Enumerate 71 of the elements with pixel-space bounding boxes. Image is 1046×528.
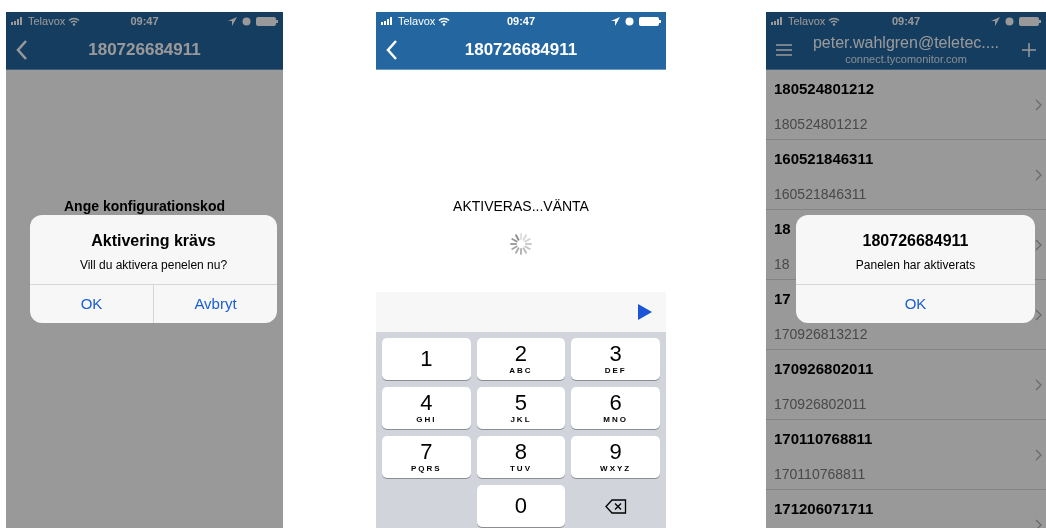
panel-id: 170926802011 [774,397,867,411]
panel-id: 18 [774,257,790,271]
send-icon[interactable] [638,304,652,320]
keypad-key[interactable]: 5 JKL [476,387,566,429]
nav-subtitle: connect.tycomonitor.com [845,52,967,67]
keypad-key[interactable]: 1 [382,338,471,380]
location-arrow-icon [991,16,1000,26]
clock-time: 09:47 [890,13,922,29]
panel-id: 160521846311 [774,187,867,201]
battery-icon [1019,16,1041,26]
panel-list-row[interactable]: 170926802011 170926802011 [766,350,1046,420]
keypad-key[interactable]: 0 [476,485,566,527]
panel-id: 180524801212 [774,117,868,131]
panel-list-row[interactable]: 170110768811 170110768811 [766,420,1046,490]
alert-title: 180726684911 [862,231,969,251]
signal-icon [381,17,395,25]
keypad-key[interactable]: 9 WXYZ [571,436,660,478]
chevron-icon [1035,518,1042,528]
keypad-key[interactable]: 8 TUV [476,436,566,478]
wifi-icon [438,16,451,26]
back-chevron-icon[interactable] [386,38,398,61]
wifi-icon [68,16,81,26]
keypad-key[interactable]: 6 MNO [571,387,660,429]
keypad-key[interactable]: 4 GHI [382,387,471,429]
carrier-name: Telavox [788,13,826,29]
chevron-icon [1035,98,1042,111]
prompt-label: Ange konfigurationskod [64,197,225,216]
alert-button[interactable]: Avbryt [153,285,277,323]
chevron-icon [1035,378,1042,391]
wifi-icon [828,16,841,26]
panel-id: 170110768811 [774,467,866,481]
panel-name: 18 [774,221,791,236]
panel-name: 170110768811 [774,431,873,446]
activation-status: AKTIVERAS...VÄNTA [453,197,589,216]
panel-list-row[interactable]: 180524801212 180524801212 [766,70,1046,140]
alert-button[interactable]: OK [796,285,1035,323]
chevron-icon [1035,168,1042,181]
location-arrow-icon [611,16,620,26]
nav-title: 180726684911 [464,38,578,61]
keypad-key[interactable]: 7 PQRS [382,436,471,478]
signal-icon [11,17,25,25]
chevron-icon [1035,448,1042,461]
panel-id: 170926813212 [774,327,868,341]
signal-icon [771,17,785,25]
panel-name: 170926802011 [774,361,874,376]
alert-title: Aktivering krävs [91,231,216,251]
keypad-key[interactable]: 3 DEF [571,338,660,380]
menu-icon[interactable] [776,43,792,56]
panel-list-row[interactable]: 171206071711 [766,490,1046,528]
alert-message: Panelen har aktiverats [855,257,976,274]
panel-list-row[interactable]: 160521846311 160521846311 [766,140,1046,210]
backspace-icon [604,498,627,514]
panel-name: 17 [774,291,791,306]
panel-name: 180524801212 [774,81,875,96]
clock-time: 09:47 [505,13,537,29]
location-arrow-icon [228,16,237,26]
carrier-name: Telavox [398,13,436,29]
battery-icon [256,16,278,26]
panel-name: 160521846311 [774,151,874,166]
plus-icon[interactable] [1022,42,1036,57]
carrier-name: Telavox [28,13,66,29]
back-chevron-icon[interactable] [16,38,28,61]
clock-time: 09:47 [129,13,160,29]
nav-title: peter.wahlgren@teletec.... [812,32,1000,53]
spinner-icon [508,231,534,257]
nav-title: 180726684911 [88,38,201,61]
panel-name: 171206071711 [774,501,874,516]
keypad-key[interactable]: 2 ABC [476,338,566,380]
battery-icon [639,16,661,26]
alert-message: Vill du aktivera penelen nu? [79,257,228,274]
alert-button[interactable]: OK [30,285,153,323]
